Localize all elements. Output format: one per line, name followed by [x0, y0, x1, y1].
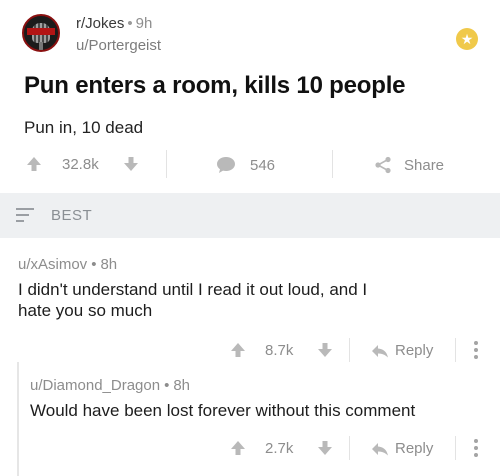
share-label: Share [404, 156, 445, 174]
share-icon [374, 156, 392, 174]
post-time: 9h [135, 15, 153, 32]
comments-button[interactable]: 546 [216, 156, 275, 174]
share-button[interactable]: Share [374, 156, 444, 174]
post-title[interactable]: Pun enters a room, kills 10 people [24, 72, 406, 100]
post-action-bar: 32.8k 546 Share [0, 148, 500, 184]
post-score: 32.8k [62, 156, 99, 173]
upvote-button[interactable] [26, 156, 42, 172]
divider [349, 338, 350, 362]
comment-meta: u/xAsimov • 8h [18, 256, 118, 273]
subreddit-line: r/Jokes • 9h [76, 15, 152, 32]
divider [166, 150, 167, 178]
comment-score: 2.7k [265, 440, 294, 457]
post-author[interactable]: u/Portergeist [76, 37, 161, 54]
comment-downvote-button[interactable] [317, 342, 333, 358]
comment-body: Would have been lost forever without thi… [30, 401, 416, 420]
comment-reply-button[interactable]: Reply [371, 342, 433, 359]
comment-bubble-icon [216, 156, 236, 174]
reply-label: Reply [395, 342, 434, 359]
comment-downvote-button[interactable] [317, 440, 333, 456]
subreddit-avatar[interactable] [22, 14, 60, 52]
comment-upvote-button[interactable] [230, 342, 246, 358]
post-header: r/Jokes • 9h u/Portergeist ★ [18, 10, 488, 60]
sort-icon [16, 208, 34, 224]
more-options-icon[interactable] [474, 439, 478, 460]
comment-sort-bar[interactable]: BEST [0, 193, 500, 238]
upvote-icon [230, 440, 246, 456]
comment-author[interactable]: u/xAsimov [18, 256, 87, 273]
reply-label: Reply [395, 440, 434, 457]
sort-label: BEST [51, 207, 93, 224]
downvote-icon [317, 342, 333, 358]
comment-time: 8h [100, 256, 118, 273]
reply-icon [371, 343, 389, 359]
comment-author[interactable]: u/Diamond_Dragon [30, 377, 160, 394]
comment-reply-button[interactable]: Reply [371, 440, 433, 457]
subreddit-name[interactable]: r/Jokes [76, 15, 124, 32]
comments-count: 546 [250, 156, 276, 174]
divider [455, 338, 456, 362]
reply-icon [371, 441, 389, 457]
post-body: Pun in, 10 dead [24, 118, 144, 137]
thread-line [17, 362, 19, 476]
comment-score: 8.7k [265, 342, 294, 359]
comment-time: 8h [173, 377, 191, 394]
comment-meta: u/Diamond_Dragon • 8h [30, 377, 191, 394]
upvote-icon [230, 342, 246, 358]
downvote-button[interactable] [123, 156, 139, 172]
divider [349, 436, 350, 460]
more-options-icon[interactable] [474, 341, 478, 362]
award-icon[interactable]: ★ [456, 28, 478, 50]
upvote-icon [26, 156, 42, 172]
meta-separator: • [127, 15, 133, 32]
divider [332, 150, 333, 178]
downvote-icon [123, 156, 139, 172]
downvote-icon [317, 440, 333, 456]
comment-upvote-button[interactable] [230, 440, 246, 456]
divider [455, 436, 456, 460]
comment-body: I didn't understand until I read it out … [18, 280, 368, 320]
